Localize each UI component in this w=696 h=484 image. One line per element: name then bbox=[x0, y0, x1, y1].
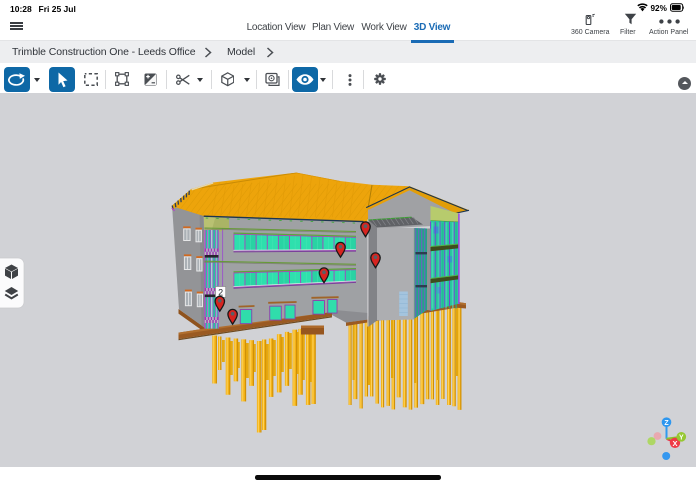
svg-text:2: 2 bbox=[218, 287, 223, 297]
svg-text:Z: Z bbox=[664, 420, 669, 427]
svg-text:X: X bbox=[672, 439, 677, 448]
svg-text:Y: Y bbox=[679, 435, 684, 442]
svg-text:92%: 92% bbox=[651, 4, 668, 13]
